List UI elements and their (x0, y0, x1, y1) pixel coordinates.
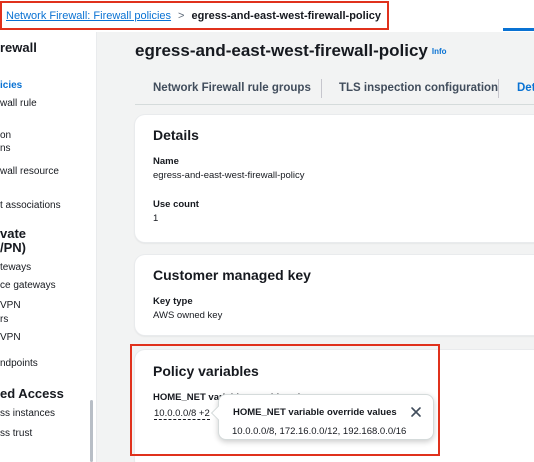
page-title: egress-and-east-west-firewall-policy Info (135, 41, 447, 61)
tab-details[interactable]: Det (517, 82, 534, 94)
use-count-label: Use count (153, 199, 199, 210)
details-title: Details (153, 127, 199, 143)
info-link[interactable]: Info (432, 47, 447, 56)
breadcrumb: Network Firewall: Firewall policies > eg… (0, 1, 389, 30)
sidebar-item-tls-inspection-line2[interactable]: ns (0, 143, 11, 154)
breadcrumb-bar: Network Firewall: Firewall policies > eg… (0, 0, 534, 32)
sidebar-item-site-to-site-vpn-line1[interactable]: VPN (0, 300, 21, 311)
highlight-annotation (130, 344, 440, 456)
sidebar-item-client-vpn-endpoints[interactable]: ndpoints (0, 358, 38, 369)
sidebar-item-virtual-private-gateways[interactable]: ce gateways (0, 280, 56, 291)
sidebar-item-verified-access-trust-providers[interactable]: ss trust (0, 428, 32, 439)
name-value: egress-and-east-west-firewall-policy (153, 170, 305, 181)
sidebar-nav: rewall icies wall rule on ns wall resour… (0, 32, 97, 462)
sidebar-item-site-to-site-vpn-line2[interactable]: rs (0, 314, 8, 325)
tab-tls-inspection[interactable]: TLS inspection configuration (339, 82, 498, 94)
sidebar-header-network-firewall: rewall (0, 40, 37, 55)
sidebar-header-virtual-private-network-line2: /PN) (0, 240, 26, 255)
sidebar-item-client-vpn[interactable]: VPN (0, 332, 21, 343)
sidebar-header-verified-access: ed Access (0, 386, 64, 401)
sidebar-item-transit-gateway-associations[interactable]: t associations (0, 200, 61, 211)
sidebar-item-customer-gateways[interactable]: teways (0, 262, 31, 273)
tab-divider (498, 79, 499, 98)
sidebar-item-firewall-resource-groups[interactable]: wall resource (0, 166, 59, 177)
breadcrumb-current: egress-and-east-west-firewall-policy (191, 9, 381, 22)
sidebar-scrollbar[interactable] (90, 400, 93, 462)
tab-divider (321, 79, 322, 98)
sidebar-item-verified-access-instances[interactable]: ss instances (0, 408, 55, 419)
breadcrumb-separator: > (178, 9, 185, 22)
cmk-title: Customer managed key (153, 267, 311, 283)
sidebar-item-firewall-rule-groups[interactable]: wall rule (0, 98, 37, 109)
key-type-label: Key type (153, 296, 193, 307)
page-title-text: egress-and-east-west-firewall-policy (135, 41, 428, 60)
tab-active-indicator (503, 28, 534, 31)
sidebar-item-tls-inspection-line1[interactable]: on (0, 130, 11, 141)
key-type-value: AWS owned key (153, 310, 223, 321)
breadcrumb-link-firewall-policies[interactable]: Network Firewall: Firewall policies (6, 10, 171, 22)
customer-managed-key-card: Customer managed key Key type AWS owned … (135, 255, 534, 335)
name-label: Name (153, 156, 179, 167)
tab-rule-groups[interactable]: Network Firewall rule groups (153, 82, 311, 94)
sidebar-header-virtual-private-network-line1: vate (0, 226, 27, 241)
sidebar-item-firewall-policies[interactable]: icies (0, 80, 22, 91)
tab-bar: Network Firewall rule groups TLS inspect… (135, 74, 534, 105)
details-card: Details Name egress-and-east-west-firewa… (135, 115, 534, 242)
use-count-value: 1 (153, 213, 159, 224)
